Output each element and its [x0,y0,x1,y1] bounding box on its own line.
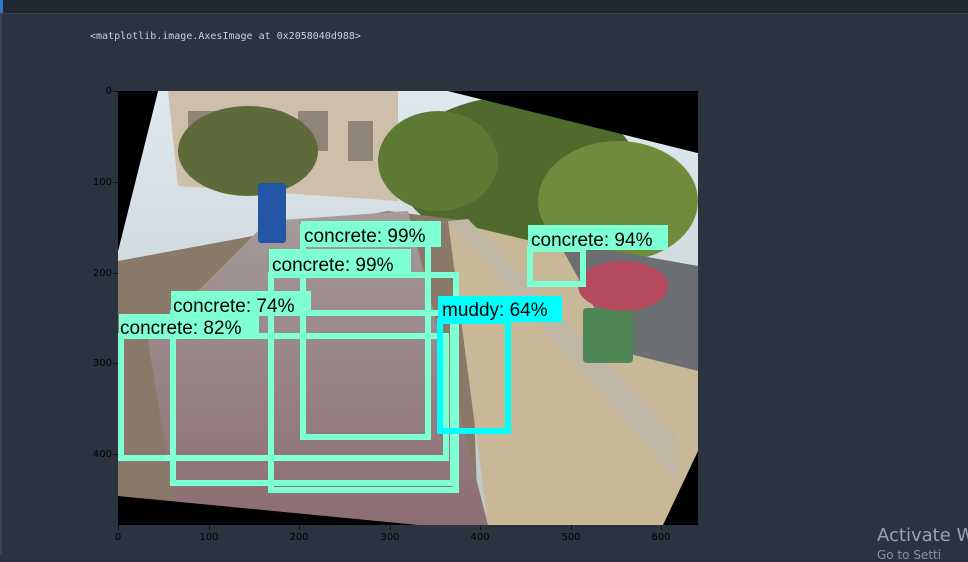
x-tick-mark [118,525,119,530]
y-tick-label: 100 [92,177,112,188]
x-tick-mark [299,525,300,530]
x-tick-mark [209,525,210,530]
x-tick-label: 100 [199,532,219,543]
y-tick-mark [113,363,118,364]
windows-activation-watermark: Activate W [877,525,968,546]
detection-image: concrete: 99% concrete: 99% concrete: 94… [118,91,698,525]
x-tick-mark [480,525,481,530]
y-tick-label: 0 [105,86,112,97]
cell-left-border [0,14,2,555]
detection-label-concrete-74: concrete: 74% [173,296,295,317]
detection-label-concrete-94: concrete: 94% [531,230,653,251]
x-tick-label: 200 [289,532,309,543]
y-tick-mark [113,454,118,455]
x-tick-mark [661,525,662,530]
detection-label-muddy-64: muddy: 64% [442,300,548,321]
y-tick-label: 200 [92,268,112,279]
top-toolbar [0,0,968,14]
x-tick-label: 500 [561,532,581,543]
detection-label-concrete-99-b: concrete: 99% [272,255,394,276]
x-tick-mark [390,525,391,530]
x-tick-label: 300 [380,532,400,543]
windows-activation-subtext: Go to Setti [877,548,942,562]
y-tick-mark [113,182,118,183]
y-tick-mark [113,91,118,92]
x-tick-label: 600 [651,532,671,543]
image-axes: concrete: 99% concrete: 99% concrete: 94… [118,91,698,525]
y-tick-mark [113,273,118,274]
x-tick-label: 400 [470,532,490,543]
active-cell-marker [0,0,3,13]
detection-label-concrete-99-a: concrete: 99% [304,226,426,247]
y-tick-label: 300 [92,358,112,369]
y-tick-label: 400 [92,449,112,460]
output-repr-text: <matplotlib.image.AxesImage at 0x2058040… [90,31,361,42]
x-tick-label: 0 [114,532,122,543]
detection-label-concrete-82: concrete: 82% [120,318,242,339]
x-tick-mark [571,525,572,530]
